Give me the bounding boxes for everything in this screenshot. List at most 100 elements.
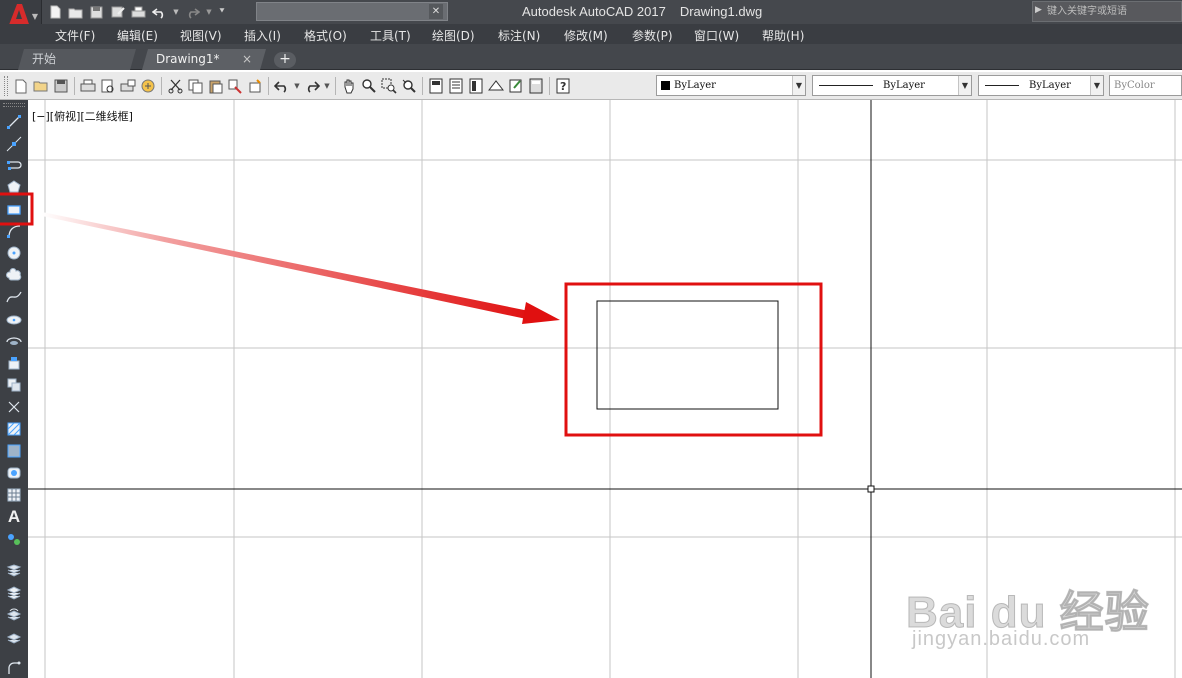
workspace-close-icon[interactable]: ✕ — [429, 4, 443, 19]
toolbar-separator — [74, 77, 75, 95]
layer-properties-icon[interactable] — [4, 561, 24, 581]
tab-drawing1[interactable]: Drawing1* × — [142, 49, 266, 70]
match-properties-icon[interactable] — [225, 76, 245, 96]
plot-icon[interactable] — [78, 76, 98, 96]
menu-draw[interactable]: 绘图(D) — [432, 27, 475, 44]
document-name: Drawing1.dwg — [679, 4, 763, 19]
line-tool-icon[interactable] — [4, 112, 24, 132]
menu-help[interactable]: 帮助(H) — [762, 27, 804, 44]
sheet-set-manager-icon[interactable] — [486, 76, 506, 96]
copy-icon[interactable] — [185, 76, 205, 96]
color-value: ByLayer — [674, 80, 716, 91]
lineweight-preview — [985, 85, 1019, 86]
search-expand-icon[interactable]: ▶ — [1035, 5, 1042, 15]
redo-dropdown-icon[interactable]: ▼ — [322, 76, 332, 96]
tab-start[interactable]: 开始 — [18, 49, 136, 70]
circle-icon[interactable] — [4, 243, 24, 263]
gradient-icon[interactable] — [4, 441, 24, 461]
menu-dimension[interactable]: 标注(N) — [498, 27, 540, 44]
redo-icon[interactable] — [302, 76, 322, 96]
save-icon[interactable] — [51, 76, 71, 96]
revision-cloud-icon[interactable] — [4, 265, 24, 285]
menu-window[interactable]: 窗口(W) — [694, 27, 739, 44]
fillet-icon[interactable] — [4, 657, 24, 677]
add-selected-icon[interactable] — [4, 529, 24, 549]
help-icon[interactable]: ? — [553, 76, 573, 96]
undo-icon[interactable] — [151, 4, 168, 21]
region-icon[interactable] — [4, 463, 24, 483]
properties-icon[interactable] — [426, 76, 446, 96]
layer-states-icon[interactable] — [4, 583, 24, 603]
open-icon[interactable] — [31, 76, 51, 96]
undo-icon[interactable] — [272, 76, 292, 96]
drawing-canvas[interactable]: [−][俯视][二维线框] Bai du 经验 jingyan.baidu.co… — [28, 100, 1182, 678]
ellipse-icon[interactable] — [4, 309, 24, 329]
color-control-dropdown[interactable]: ByLayer ▼ — [656, 75, 806, 96]
layer-isolate-icon[interactable] — [4, 627, 24, 647]
layer-previous-icon[interactable] — [4, 605, 24, 625]
help-search-box[interactable]: ▶ — [1032, 1, 1182, 22]
new-file-icon[interactable] — [46, 4, 63, 21]
linetype-control-dropdown[interactable]: ByLayer ▼ — [812, 75, 972, 96]
viewport-controls-label[interactable]: [−][俯视][二维线框] — [32, 108, 133, 124]
spline-icon[interactable] — [4, 287, 24, 307]
paste-icon[interactable] — [205, 76, 225, 96]
make-block-icon[interactable] — [4, 375, 24, 395]
menu-edit[interactable]: 编辑(E) — [117, 27, 158, 44]
lineweight-control-dropdown[interactable]: ByLayer ▼ — [978, 75, 1104, 96]
3d-print-icon[interactable] — [138, 76, 158, 96]
toolbar-grip[interactable] — [3, 103, 25, 107]
open-folder-icon[interactable] — [67, 4, 84, 21]
point-icon[interactable] — [4, 397, 24, 417]
tool-palettes-icon[interactable] — [466, 76, 486, 96]
pan-icon[interactable] — [339, 76, 359, 96]
construction-line-icon[interactable] — [4, 134, 24, 154]
plotstyle-control-dropdown[interactable]: ByColor — [1109, 75, 1182, 96]
qnew-icon[interactable] — [11, 76, 31, 96]
zoom-previous-icon[interactable] — [399, 76, 419, 96]
new-tab-button[interactable]: + — [274, 52, 296, 68]
application-menu-caret-icon: ▼ — [31, 12, 38, 21]
menu-format[interactable]: 格式(O) — [304, 27, 347, 44]
menu-modify[interactable]: 修改(M) — [564, 27, 608, 44]
zoom-window-icon[interactable] — [379, 76, 399, 96]
redo-icon[interactable] — [184, 4, 201, 21]
undo-dropdown-icon[interactable]: ▼ — [292, 76, 302, 96]
menu-file[interactable]: 文件(F) — [55, 27, 95, 44]
block-editor-icon[interactable] — [245, 76, 265, 96]
chevron-down-icon[interactable]: ▼ — [958, 76, 971, 95]
menu-view[interactable]: 视图(V) — [180, 27, 222, 44]
tab-close-icon[interactable]: × — [242, 49, 252, 69]
redo-dropdown-icon[interactable]: ▼ — [205, 4, 213, 21]
customize-qat-icon[interactable]: ⯆ — [217, 4, 227, 21]
cut-icon[interactable] — [165, 76, 185, 96]
insert-block-icon[interactable] — [4, 353, 24, 373]
menu-parametric[interactable]: 参数(P) — [632, 27, 673, 44]
menu-tools[interactable]: 工具(T) — [370, 27, 411, 44]
chevron-down-icon[interactable]: ▼ — [1090, 76, 1103, 95]
linetype-value: ByLayer — [883, 80, 925, 91]
workspace-field[interactable]: ✕ — [256, 2, 448, 21]
chevron-down-icon[interactable]: ▼ — [792, 76, 805, 95]
zoom-realtime-icon[interactable] — [359, 76, 379, 96]
svg-text:?: ? — [560, 80, 566, 93]
publish-icon[interactable] — [118, 76, 138, 96]
print-icon[interactable] — [130, 4, 147, 21]
design-center-icon[interactable] — [446, 76, 466, 96]
baidu-jingyan-watermark: Bai du 经验 jingyan.baidu.com — [906, 548, 1150, 658]
multiline-text-icon[interactable]: A — [4, 507, 24, 527]
markup-set-manager-icon[interactable] — [506, 76, 526, 96]
quickcalc-icon[interactable] — [526, 76, 546, 96]
polyline-icon[interactable] — [4, 156, 24, 176]
plot-preview-icon[interactable] — [98, 76, 118, 96]
toolbar-grip[interactable] — [4, 76, 8, 96]
hatch-icon[interactable] — [4, 419, 24, 439]
ellipse-arc-icon[interactable] — [4, 331, 24, 351]
table-icon[interactable] — [4, 485, 24, 505]
save-as-icon[interactable] — [109, 4, 126, 21]
drawn-rectangle[interactable] — [596, 300, 779, 410]
help-search-input[interactable] — [1047, 3, 1179, 20]
undo-dropdown-icon[interactable]: ▼ — [172, 4, 180, 21]
save-icon[interactable] — [88, 4, 105, 21]
menu-insert[interactable]: 插入(I) — [244, 27, 281, 44]
